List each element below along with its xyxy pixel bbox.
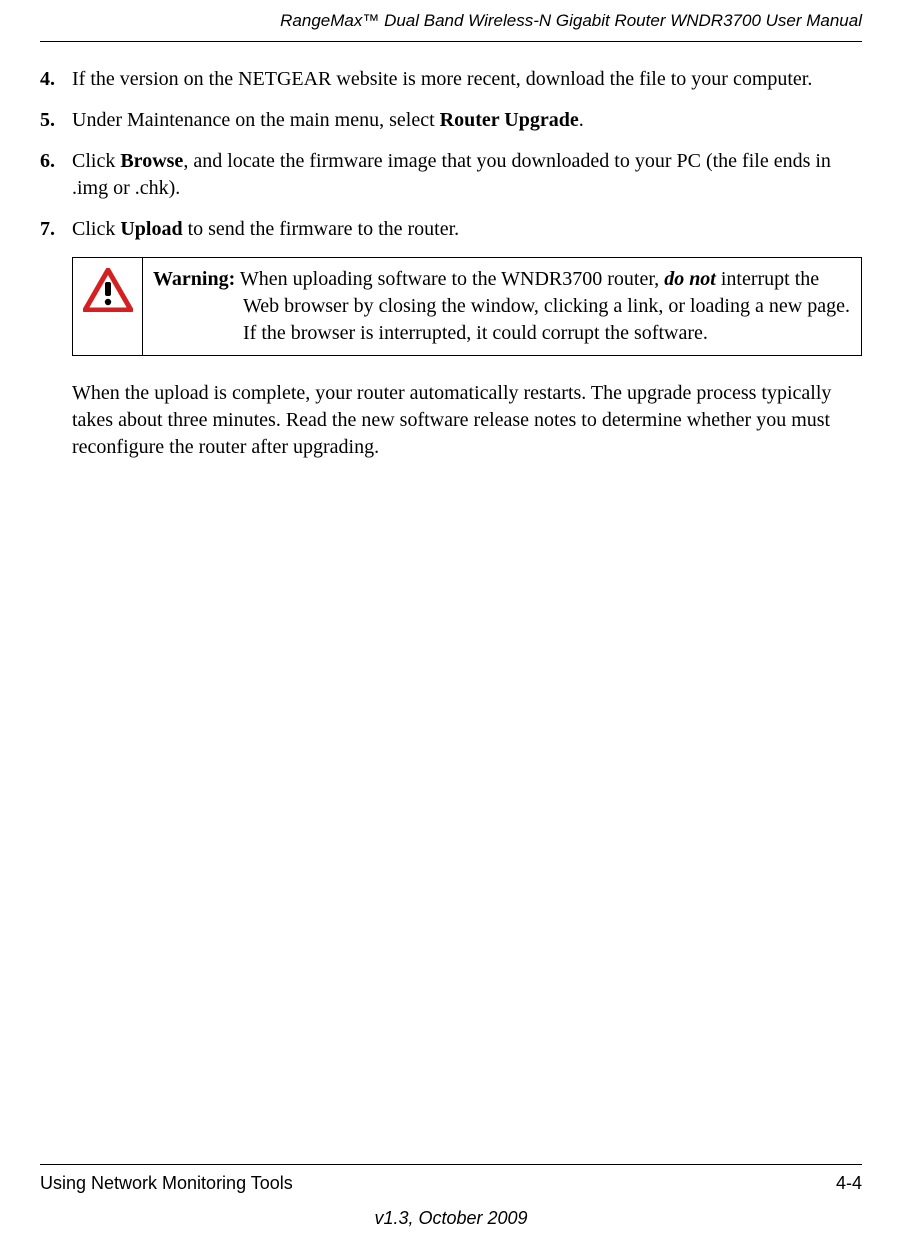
step-text: Click Upload to send the firmware to the…	[72, 216, 862, 243]
step-7: 7. Click Upload to send the firmware to …	[40, 216, 862, 243]
step-number: 6.	[40, 148, 72, 202]
step-text: If the version on the NETGEAR website is…	[72, 66, 862, 93]
page-header: RangeMax™ Dual Band Wireless-N Gigabit R…	[40, 0, 862, 42]
bold-term: Router Upgrade	[440, 109, 579, 131]
bold-term: Browse	[120, 150, 183, 172]
header-title: RangeMax™ Dual Band Wireless-N Gigabit R…	[280, 11, 862, 30]
step-4: 4. If the version on the NETGEAR website…	[40, 66, 862, 93]
footer-version: v1.3, October 2009	[40, 1206, 862, 1230]
footer-section: Using Network Monitoring Tools	[40, 1171, 293, 1195]
step-6: 6. Click Browse, and locate the firmware…	[40, 148, 862, 202]
step-text: Click Browse, and locate the firmware im…	[72, 148, 862, 202]
warning-icon-cell	[73, 258, 143, 355]
warning-emphasis: do not	[664, 268, 716, 290]
page-content: 4. If the version on the NETGEAR website…	[40, 42, 862, 461]
step-number: 5.	[40, 107, 72, 134]
page-footer: Using Network Monitoring Tools 4-4 v1.3,…	[40, 1164, 862, 1230]
footer-page-number: 4-4	[836, 1171, 862, 1195]
step-number: 7.	[40, 216, 72, 243]
post-warning-paragraph: When the upload is complete, your router…	[72, 380, 862, 461]
warning-box: Warning: When uploading software to the …	[72, 257, 862, 356]
bold-term: Upload	[120, 218, 182, 240]
warning-text: Warning: When uploading software to the …	[143, 258, 861, 355]
footer-line: Using Network Monitoring Tools 4-4	[40, 1164, 862, 1195]
step-text: Under Maintenance on the main menu, sele…	[72, 107, 862, 134]
step-5: 5. Under Maintenance on the main menu, s…	[40, 107, 862, 134]
step-number: 4.	[40, 66, 72, 93]
warning-label: Warning:	[153, 268, 235, 290]
warning-icon	[83, 268, 133, 312]
